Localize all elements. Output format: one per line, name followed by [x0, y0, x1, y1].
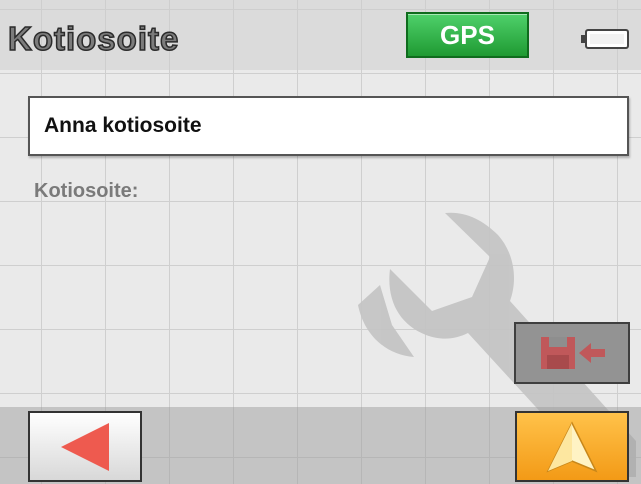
page-title: Kotiosoite — [7, 19, 180, 58]
back-arrow-icon — [61, 422, 109, 471]
back-button[interactable] — [28, 411, 142, 482]
save-to-memory-icon — [541, 337, 605, 369]
gps-label: GPS — [440, 19, 495, 50]
navigate-arrow-icon — [546, 420, 598, 472]
home-address-input[interactable]: Anna kotiosoite — [28, 96, 629, 156]
save-to-memory-button[interactable] — [514, 322, 630, 384]
home-address-label: Kotiosoite: — [34, 180, 139, 202]
home-address-input-text: Anna kotiosoite — [44, 114, 202, 137]
navigate-button[interactable] — [515, 411, 629, 482]
gps-status-button[interactable]: GPS — [406, 12, 529, 58]
battery-icon — [581, 29, 629, 49]
